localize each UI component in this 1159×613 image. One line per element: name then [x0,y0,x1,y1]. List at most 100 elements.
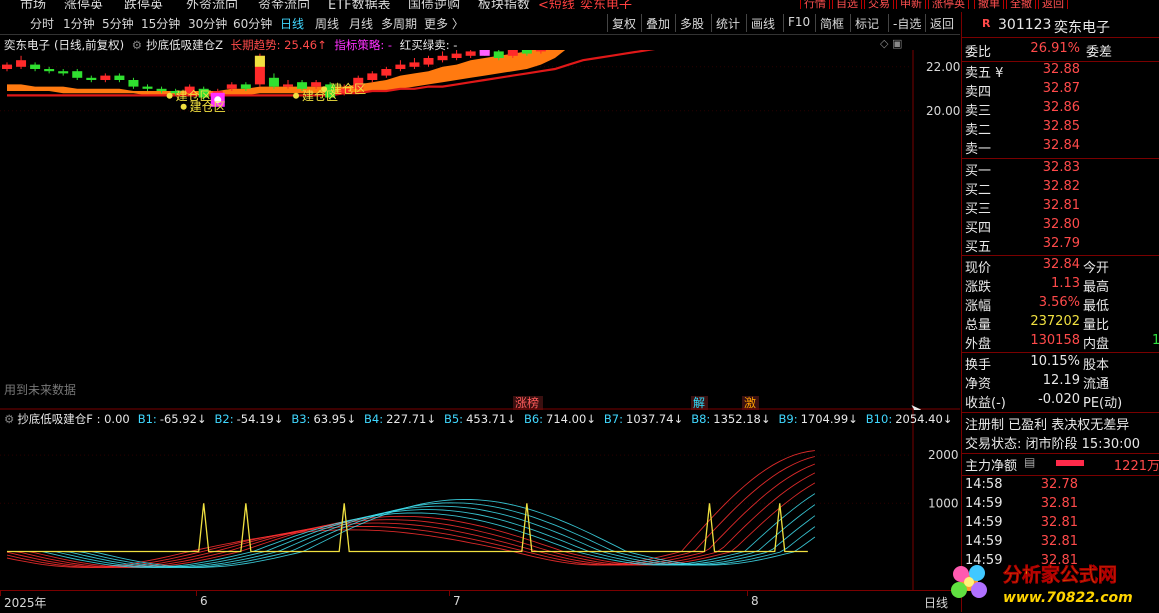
quote-row: 现价 32.84 今开 [962,257,1159,276]
candle[interactable] [128,77,139,89]
top-menu-item[interactable]: 奕东电子 [580,0,632,9]
quote-row: 涨幅 3.56% 最低 [962,295,1159,314]
chart-settings-icons[interactable]: ◇ ▣ [880,37,902,50]
candle[interactable] [30,62,41,72]
gear-icon[interactable]: ⚙ [4,412,14,426]
toolbar-separator [711,14,712,32]
top-right-button[interactable]: 行情 [800,0,830,9]
sub-indicator-name[interactable]: 抄底低吸建仓F : 0.00 [17,412,129,426]
toolbar-button[interactable]: 画线 [751,15,775,32]
sell-price[interactable]: 32.88 [1014,62,1080,77]
top-right-button[interactable]: 申新 [896,0,926,9]
buy-price[interactable]: 32.82 [1014,179,1080,194]
buy-price[interactable]: 32.83 [1014,160,1080,175]
candle[interactable] [367,71,378,83]
top-menu-bar: 市场 涨停英 跌停英 外资流向 资金流向 ETF数据表 国债逆购 板块指数 <短线 奕东电子 行情自… [0,0,1159,9]
stat-label: 外盘 [965,337,992,352]
top-menu-item[interactable]: ETF数据表 [328,0,391,9]
candle[interactable] [2,62,12,72]
candle[interactable] [58,69,69,76]
sub-value: 453.71↓ [466,412,516,426]
period-tab[interactable]: 30分钟 [188,15,227,32]
candle[interactable] [114,73,125,83]
b-line [7,472,816,568]
stat-value: 32.84 [1042,257,1080,272]
sub-value: -65.92↓ [159,412,207,426]
sub-value-key: B4: [364,412,384,426]
stat2-value: 12.19 [1042,373,1080,388]
candle-highlight [254,55,265,67]
candle[interactable] [268,73,279,89]
zone-dot [180,103,187,110]
toolbar-button[interactable]: 标记 [855,15,879,32]
candle[interactable] [381,66,392,78]
stat-label: 涨跌 [965,280,992,295]
top-right-button[interactable]: 涨停英 [928,0,969,9]
period-tab[interactable]: 15分钟 [141,15,180,32]
stat-label-2: 内盘 [1083,337,1110,352]
flow-list-icon[interactable]: ▤ [1024,455,1035,469]
top-right-button[interactable]: 返回 [1038,0,1068,9]
toolbar-button[interactable]: 多股 [680,15,704,32]
top-right-button[interactable]: 撤单 [974,0,1004,9]
toolbar-button[interactable]: F10 [788,15,810,29]
sell-price[interactable]: 32.85 [1014,119,1080,134]
toolbar-button[interactable]: -自选 [893,15,921,32]
stat-value: 1.13 [1051,276,1080,291]
divider [962,453,1159,454]
toolbar-button[interactable]: 叠加 [646,15,670,32]
toolbar-button[interactable]: 复权 [612,15,636,32]
top-menu-item[interactable]: 外资流向 [186,0,238,9]
period-tab[interactable]: 周线 [315,15,339,32]
candle[interactable] [142,84,153,91]
top-right-button[interactable]: 自选 [832,0,862,9]
top-menu-item[interactable]: 板块指数 [478,0,530,9]
top-menu-item[interactable]: 国债逆购 [408,0,460,9]
top-right-button[interactable]: 全撤 [1006,0,1036,9]
sub-tick: 1000 [928,496,959,510]
toolbar-button[interactable]: 统计 [716,15,740,32]
indicator-chart[interactable]: 2000 1000 [0,408,960,590]
x-axis-label: 7 [453,594,461,608]
sell-price[interactable]: 32.84 [1014,138,1080,153]
flow-value: 1221万 [1113,459,1159,474]
period-tab[interactable]: 1分钟 [63,15,95,32]
candle[interactable] [409,58,420,69]
toolbar-button[interactable]: 简框 [820,15,844,32]
period-button[interactable]: 日线 [924,594,948,611]
top-menu-item[interactable]: 涨停英 [64,0,103,9]
candle[interactable] [72,69,83,80]
sub-value-key: B7: [603,412,623,426]
candle[interactable] [465,50,476,58]
candle[interactable] [451,50,462,61]
period-tab[interactable]: 5分钟 [102,15,134,32]
candle[interactable] [437,51,448,63]
x-axis-label: 8 [751,594,759,608]
buy-price[interactable]: 32.80 [1014,217,1080,232]
period-tab[interactable]: 分时 [30,15,54,32]
sell-price[interactable]: 32.87 [1014,81,1080,96]
candle[interactable] [44,66,55,74]
kline-chart[interactable]: ✖建仓区建仓区建仓区建仓区建仓区35.67用到未来数据34.0032.0030.… [0,50,960,410]
sell-price[interactable]: 32.86 [1014,100,1080,115]
buy-price[interactable]: 32.81 [1014,198,1080,213]
candle[interactable] [86,75,97,83]
candle[interactable] [100,73,111,83]
candle[interactable] [395,60,406,72]
top-right-button[interactable]: 交易 [864,0,894,9]
top-menu-item[interactable]: 资金流向 [258,0,310,9]
top-menu-item[interactable]: 跌停英 [124,0,163,9]
candle[interactable] [423,55,434,67]
period-tab[interactable]: 多周期 [381,15,417,32]
sub-value: 63.95↓ [313,412,356,426]
sub-tick: 2000 [928,448,959,462]
period-tab[interactable]: 更多 〉 [424,15,464,32]
toolbar-button[interactable]: 返回 [930,15,954,32]
top-menu-item[interactable]: 市场 [20,0,46,9]
period-tab[interactable]: 日线 [280,15,304,32]
r-icon: R [982,17,991,30]
buy-price[interactable]: 32.79 [1014,236,1080,251]
period-tab[interactable]: 60分钟 [233,15,272,32]
period-tab[interactable]: 月线 [349,15,373,32]
top-menu-item[interactable]: <短线 [538,0,575,9]
